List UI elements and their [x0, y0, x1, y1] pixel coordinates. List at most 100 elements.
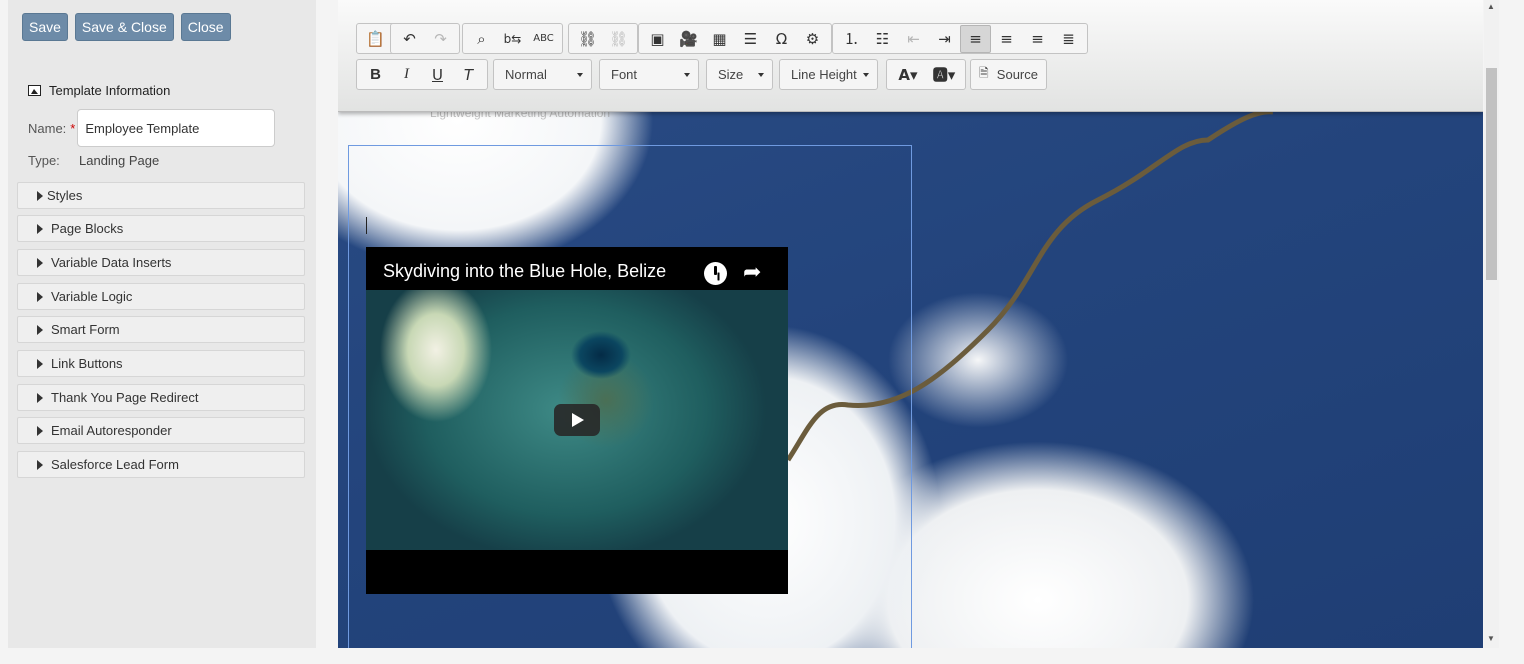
- text-color-icon[interactable]: A▾: [890, 61, 926, 89]
- video-icon[interactable]: 🎥: [673, 25, 704, 53]
- section-smart-form[interactable]: Smart Form: [17, 316, 305, 343]
- history-group: ↶ ↷: [390, 23, 460, 54]
- font-dropdown[interactable]: Font: [599, 59, 699, 90]
- section-label: Salesforce Lead Form: [51, 457, 179, 472]
- replace-icon[interactable]: b⇆: [497, 25, 528, 53]
- type-label: Type:: [28, 153, 60, 168]
- format-dropdown[interactable]: Normal: [493, 59, 592, 90]
- find-icon[interactable]: ⌕: [466, 25, 497, 53]
- paste-from-word-icon[interactable]: 📋: [360, 25, 391, 53]
- share-icon[interactable]: ➦: [743, 260, 761, 285]
- section-page-blocks[interactable]: Page Blocks: [17, 215, 305, 242]
- play-button-icon[interactable]: [554, 404, 600, 436]
- table-icon[interactable]: ▦: [704, 25, 735, 53]
- text-style-group: B I U T: [356, 59, 488, 90]
- settings-icon[interactable]: ⚙: [797, 25, 828, 53]
- align-center-icon[interactable]: ≡: [991, 25, 1022, 53]
- horizontal-line-icon[interactable]: ☰: [735, 25, 766, 53]
- chevron-down-icon: [684, 72, 690, 77]
- expand-arrow-icon: [37, 459, 43, 470]
- section-salesforce-lead-form[interactable]: Salesforce Lead Form: [17, 451, 305, 478]
- name-field-row: Name: *: [28, 109, 276, 147]
- source-label: Source: [996, 67, 1038, 82]
- embedded-video[interactable]: Skydiving into the Blue Hole, Belize ➦: [366, 247, 788, 594]
- section-label: Smart Form: [51, 322, 120, 337]
- chevron-down-icon: [577, 72, 583, 77]
- spellcheck-icon[interactable]: ABC: [528, 25, 559, 53]
- section-label: Page Blocks: [51, 221, 124, 236]
- line-height-value: Line Height: [791, 67, 857, 82]
- close-button[interactable]: Close: [180, 13, 231, 41]
- expand-arrow-icon: [37, 358, 43, 369]
- italic-icon[interactable]: I: [391, 61, 422, 89]
- expand-arrow-icon: [37, 190, 43, 201]
- color-group: A▾ 🅰▾: [886, 59, 966, 90]
- bold-icon[interactable]: B: [360, 61, 391, 89]
- expand-arrow-icon: [37, 257, 43, 268]
- underline-icon[interactable]: U: [422, 61, 453, 89]
- section-label: Link Buttons: [51, 356, 123, 371]
- expand-arrow-icon: [37, 324, 43, 335]
- name-label: Name:: [28, 120, 67, 136]
- section-variable-data-inserts[interactable]: Variable Data Inserts: [17, 249, 305, 276]
- editor-toolbar: 📋 ↶ ↷ ⌕ b⇆ ABC ⛓ ⛓ ▣ 🎥 ▦ ☰ Ω ⚙ ⒈ ☷ ⇤ ⇥ ≡…: [338, 0, 1483, 112]
- section-label: Email Autoresponder: [51, 423, 172, 438]
- section-variable-logic[interactable]: Variable Logic: [17, 283, 305, 310]
- section-label: Styles: [47, 188, 83, 203]
- template-sidebar: Save Save & Close Close Template Informa…: [8, 0, 316, 648]
- section-email-autoresponder[interactable]: Email Autoresponder: [17, 417, 305, 444]
- template-information-heading: Template Information: [28, 83, 170, 98]
- section-label: Thank You Page Redirect: [51, 390, 199, 405]
- section-link-buttons[interactable]: Link Buttons: [17, 350, 305, 377]
- format-value: Normal: [505, 67, 547, 82]
- section-label: Variable Data Inserts: [51, 255, 172, 270]
- section-label: Variable Logic: [51, 289, 133, 304]
- size-dropdown[interactable]: Size: [706, 59, 773, 90]
- image-icon[interactable]: ▣: [642, 25, 673, 53]
- size-value: Size: [718, 67, 744, 82]
- bulleted-list-icon[interactable]: ☷: [867, 25, 898, 53]
- line-height-dropdown[interactable]: Line Height: [779, 59, 878, 90]
- source-button[interactable]: 🗎 Source: [970, 59, 1047, 90]
- template-name-input[interactable]: [77, 109, 276, 147]
- save-button[interactable]: Save: [22, 13, 68, 41]
- image-icon: [28, 85, 41, 96]
- numbered-list-icon[interactable]: ⒈: [836, 25, 867, 53]
- insert-group: ▣ 🎥 ▦ ☰ Ω ⚙: [638, 23, 832, 54]
- special-char-icon[interactable]: Ω: [766, 25, 797, 53]
- scrollbar-thumb[interactable]: [1486, 68, 1497, 280]
- template-information-label: Template Information: [49, 83, 171, 98]
- align-left-icon[interactable]: ≡: [960, 24, 991, 53]
- outdent-icon[interactable]: ⇤: [898, 25, 929, 53]
- redo-icon[interactable]: ↷: [425, 25, 456, 53]
- vertical-scrollbar[interactable]: ▲ ▼: [1484, 0, 1499, 648]
- link-group: ⛓ ⛓: [568, 23, 638, 54]
- page-editor-canvas[interactable]: Lightweight Marketing Automation Skydivi…: [338, 0, 1483, 648]
- remove-format-icon[interactable]: T: [453, 61, 484, 89]
- chevron-down-icon: [863, 72, 869, 77]
- background-color-icon[interactable]: 🅰▾: [926, 61, 962, 89]
- undo-icon[interactable]: ↶: [394, 25, 425, 53]
- expand-arrow-icon: [37, 291, 43, 302]
- video-title[interactable]: Skydiving into the Blue Hole, Belize: [383, 261, 666, 282]
- find-group: ⌕ b⇆ ABC: [462, 23, 563, 54]
- required-marker: *: [70, 120, 76, 136]
- section-styles[interactable]: Styles: [17, 182, 305, 209]
- link-icon[interactable]: ⛓: [572, 25, 603, 53]
- source-icon: 🗎: [979, 66, 989, 80]
- save-and-close-button[interactable]: Save & Close: [74, 13, 174, 41]
- text-cursor: [366, 217, 367, 234]
- type-value: Landing Page: [79, 153, 160, 168]
- watch-later-icon[interactable]: [704, 262, 727, 285]
- indent-icon[interactable]: ⇥: [929, 25, 960, 53]
- type-field-row: Type: Landing Page: [28, 153, 159, 168]
- scroll-down-arrow-icon[interactable]: ▼: [1487, 634, 1495, 643]
- scroll-up-arrow-icon[interactable]: ▲: [1487, 2, 1495, 11]
- paragraph-group: ⒈ ☷ ⇤ ⇥ ≡ ≡ ≡ ≣: [832, 23, 1088, 54]
- align-right-icon[interactable]: ≡: [1022, 25, 1053, 53]
- unlink-icon[interactable]: ⛓: [603, 25, 634, 53]
- expand-arrow-icon: [37, 425, 43, 436]
- font-value: Font: [611, 67, 638, 82]
- justify-icon[interactable]: ≣: [1053, 25, 1084, 53]
- section-thank-you-page-redirect[interactable]: Thank You Page Redirect: [17, 384, 305, 411]
